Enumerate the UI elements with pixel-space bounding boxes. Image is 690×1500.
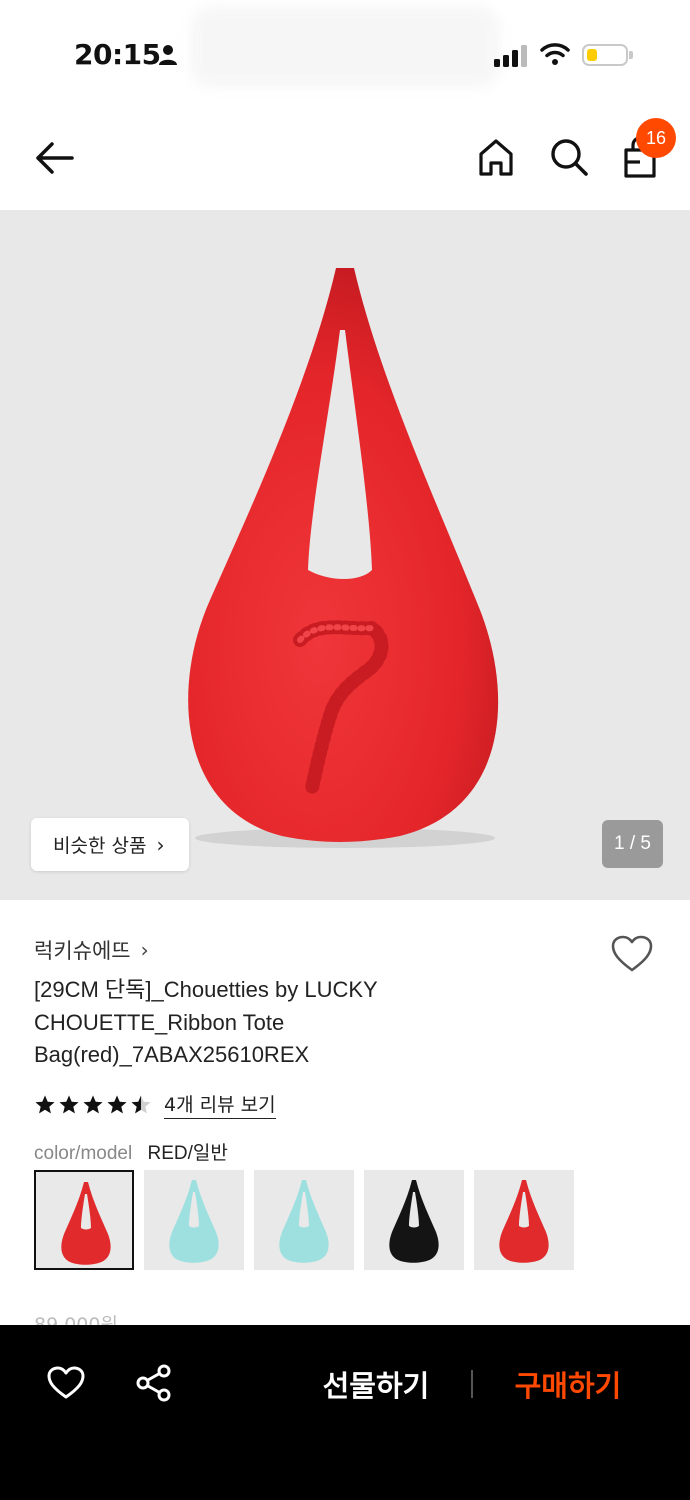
gift-button[interactable]: 선물하기	[296, 1361, 456, 1407]
status-bar: 20:15	[0, 0, 690, 110]
variant-bag-image	[61, 1182, 111, 1265]
variant-thumbnail[interactable]	[34, 1170, 134, 1270]
chevron-right-icon: ›	[156, 832, 165, 857]
battery-level	[587, 49, 597, 61]
person-icon	[159, 45, 177, 65]
rating-row: 4개 리뷰 보기	[34, 1090, 276, 1119]
top-nav	[0, 110, 690, 210]
rating-stars	[34, 1094, 154, 1116]
star-icon	[83, 1095, 103, 1113]
star-icon	[59, 1095, 79, 1113]
heart-icon[interactable]	[610, 934, 654, 974]
similar-products-label: 비슷한 상품	[53, 835, 147, 857]
cellular-signal-icon	[494, 45, 527, 67]
option-label: color/model	[34, 1143, 133, 1164]
share-icon[interactable]	[134, 1363, 174, 1403]
status-time: 20:15	[74, 38, 161, 71]
cart-count-badge: 16	[636, 118, 676, 158]
variant-thumbnail[interactable]	[474, 1170, 574, 1270]
button-divider	[471, 1370, 473, 1398]
variant-bag-image	[279, 1180, 329, 1263]
variant-thumbnail[interactable]	[144, 1170, 244, 1270]
variant-bag-image	[169, 1180, 219, 1263]
similar-products-button[interactable]: 비슷한 상품 ›	[31, 818, 189, 871]
brand-name: 럭키슈에뜨	[34, 939, 131, 963]
star-icon	[131, 1095, 151, 1113]
image-page-indicator: 1 / 5	[602, 820, 663, 868]
review-link[interactable]: 4개 리뷰 보기	[164, 1090, 276, 1119]
product-image-carousel[interactable]: 비슷한 상품 › 1 / 5	[0, 210, 690, 900]
battery-cap	[629, 51, 633, 59]
product-photo	[188, 268, 499, 848]
battery-icon	[582, 44, 628, 66]
notification-preview	[190, 6, 500, 88]
option-row: color/model RED/일반	[34, 1138, 228, 1165]
chevron-right-icon: ›	[140, 938, 149, 962]
home-icon[interactable]	[476, 136, 516, 180]
buy-button[interactable]: 구매하기	[488, 1361, 648, 1407]
variant-bag-image	[499, 1180, 549, 1263]
search-icon[interactable]	[548, 136, 590, 178]
brand-link[interactable]: 럭키슈에뜨 ›	[34, 935, 149, 965]
star-icon	[107, 1095, 127, 1113]
variant-thumbnails	[34, 1170, 584, 1270]
option-value: RED/일반	[147, 1143, 228, 1164]
star-icon	[35, 1095, 55, 1113]
variant-thumbnail[interactable]	[254, 1170, 354, 1270]
wifi-icon	[540, 43, 570, 65]
arrow-left-icon[interactable]	[32, 138, 78, 178]
variant-thumbnail[interactable]	[364, 1170, 464, 1270]
heart-icon[interactable]	[46, 1365, 86, 1401]
bottom-action-bar: 선물하기 구매하기	[0, 1325, 690, 1500]
variant-bag-image	[389, 1180, 439, 1263]
product-title: [29CM 단독]_Chouetties by LUCKY CHOUETTE_R…	[34, 977, 378, 1067]
